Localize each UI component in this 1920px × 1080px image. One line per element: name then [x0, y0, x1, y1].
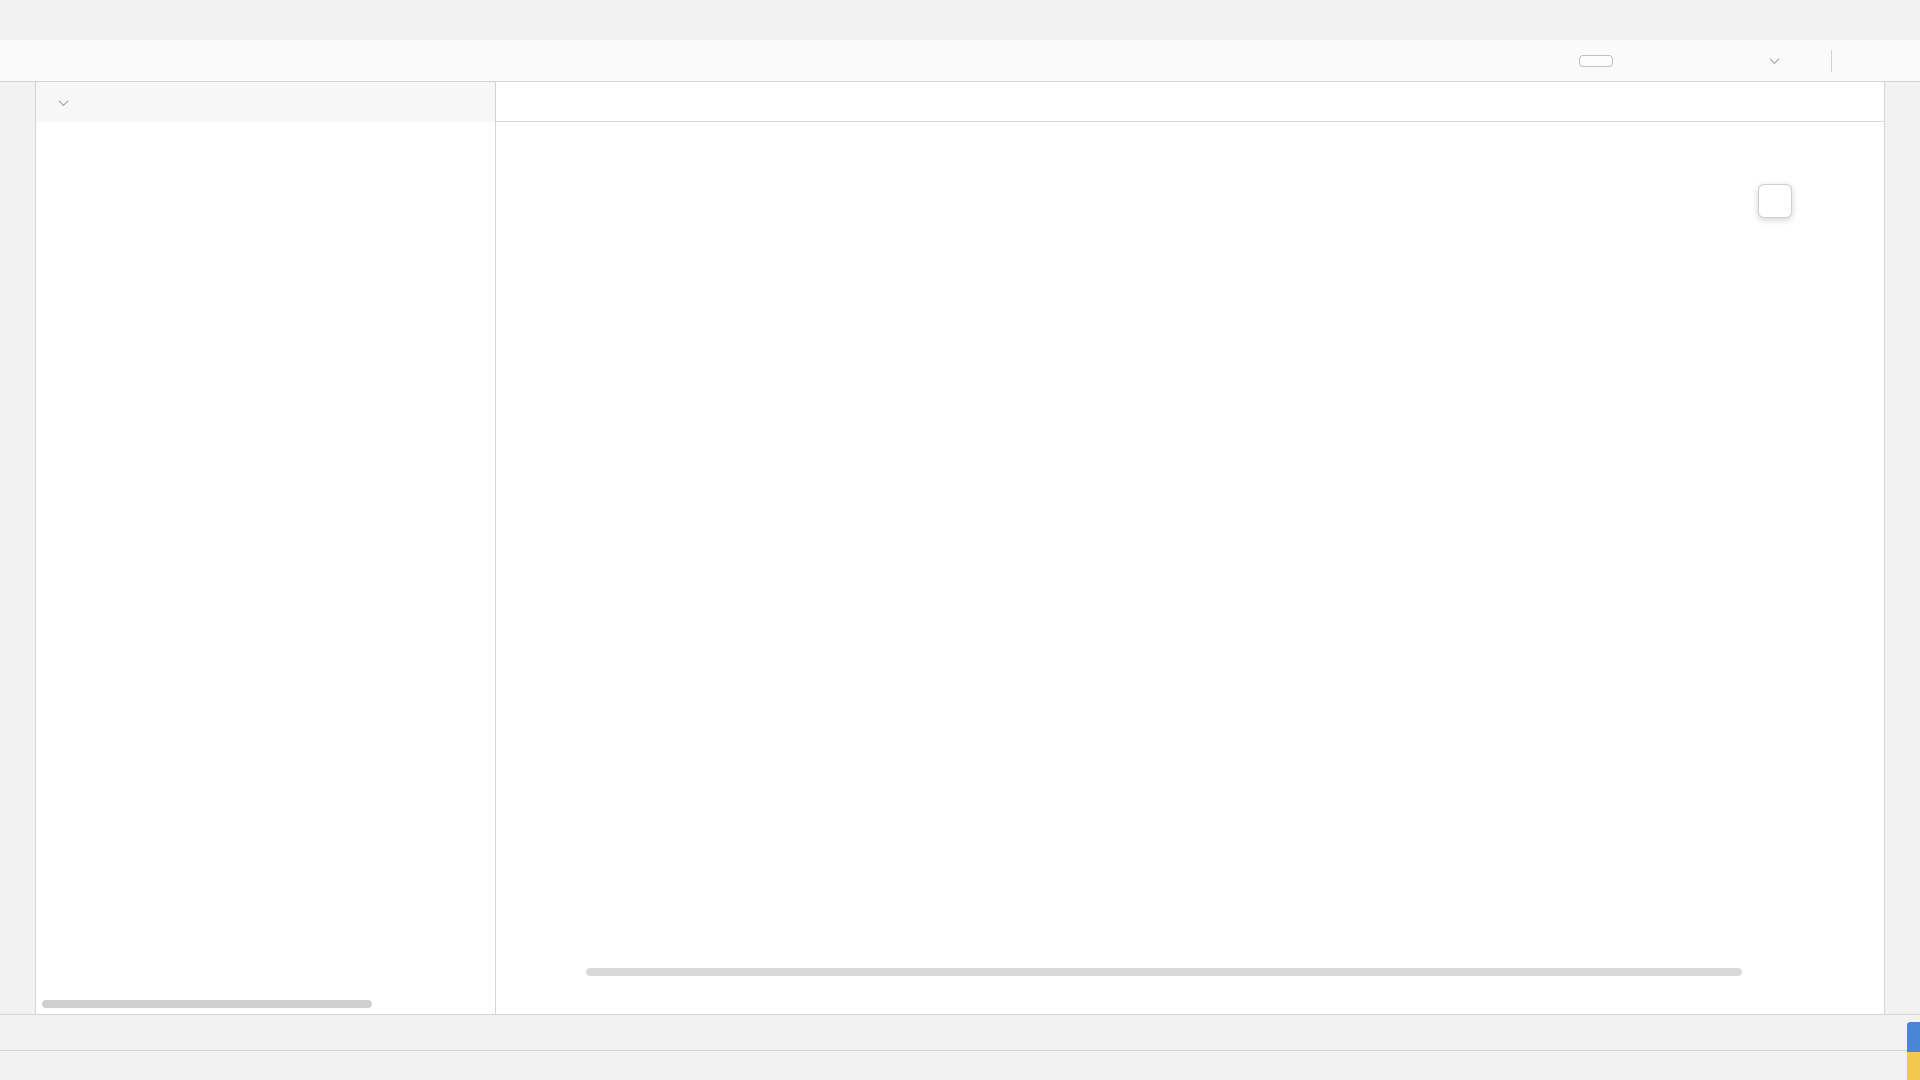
close-icon — [1885, 13, 1899, 27]
maven-reload-icon — [1764, 190, 1786, 212]
coverage-icon[interactable] — [1701, 52, 1718, 69]
collapse-all-icon[interactable] — [390, 94, 407, 111]
status-right-widgets — [1739, 1057, 1860, 1074]
profiler-dropdown-icon[interactable] — [1769, 54, 1780, 65]
project-view-dropdown-icon[interactable] — [58, 95, 69, 106]
run-icon[interactable] — [1631, 52, 1648, 69]
close-button[interactable] — [1864, 0, 1920, 40]
debug-icon[interactable] — [1666, 52, 1683, 69]
window-controls — [1752, 0, 1920, 40]
build-project-icon[interactable] — [1544, 52, 1561, 69]
run-toolbar — [1544, 49, 1920, 72]
bottom-tool-bar — [0, 1014, 1920, 1050]
event-log-button[interactable] — [1844, 1024, 1868, 1041]
locate-file-icon[interactable] — [312, 94, 329, 111]
editor-hscrollbar-thumb[interactable] — [586, 968, 1742, 976]
right-tool-stripe — [1884, 82, 1920, 1014]
watermark-logo — [1907, 1022, 1920, 1080]
database-tool-icon[interactable] — [1894, 186, 1911, 203]
favorites-tool-icon[interactable] — [9, 978, 26, 995]
layout-icon[interactable] — [1885, 52, 1902, 69]
stop-icon[interactable] — [1796, 52, 1813, 69]
minimize-icon — [1773, 13, 1787, 27]
title-bar — [0, 0, 1920, 40]
readonly-lock-icon[interactable] — [1843, 1057, 1860, 1074]
left-tool-stripe — [0, 82, 36, 1014]
editor-body[interactable] — [496, 122, 1884, 964]
event-log-icon — [1844, 1024, 1861, 1041]
editor-breadcrumb-bar — [496, 978, 1884, 1014]
profiler-icon[interactable] — [1736, 52, 1753, 69]
ide-logo-icon — [12, 9, 34, 31]
maximize-button[interactable] — [1808, 0, 1864, 40]
editor-hscrollbar — [496, 966, 1884, 978]
load-maven-changes-button[interactable] — [1758, 184, 1792, 218]
inspections-ok-icon[interactable] — [1858, 132, 1876, 150]
toolwindow-layout-icon[interactable] — [8, 1057, 25, 1074]
hide-panel-icon[interactable] — [468, 94, 485, 111]
project-tree — [36, 122, 495, 130]
maven-tool-icon[interactable] — [1894, 318, 1911, 335]
add-configuration-button[interactable] — [1579, 54, 1613, 67]
project-tree-hscrollbar[interactable] — [42, 1000, 372, 1008]
project-panel-header — [36, 82, 495, 122]
maximize-icon — [1829, 13, 1843, 27]
editor-tab-bar — [496, 82, 1884, 122]
structure-tool-icon[interactable] — [9, 860, 26, 877]
expand-all-icon[interactable] — [351, 94, 368, 111]
settings-gear-icon[interactable] — [429, 94, 446, 111]
collaboration-icon[interactable] — [1850, 52, 1867, 69]
project-tool-icon[interactable] — [9, 170, 26, 187]
navigation-bar — [0, 40, 1920, 82]
minimize-button[interactable] — [1752, 0, 1808, 40]
project-tool-window — [36, 82, 496, 1014]
status-bar — [0, 1050, 1920, 1080]
toolbar-divider — [1831, 49, 1832, 72]
editor-area — [496, 82, 1884, 1014]
load-maven-changes-widget — [1758, 184, 1802, 218]
